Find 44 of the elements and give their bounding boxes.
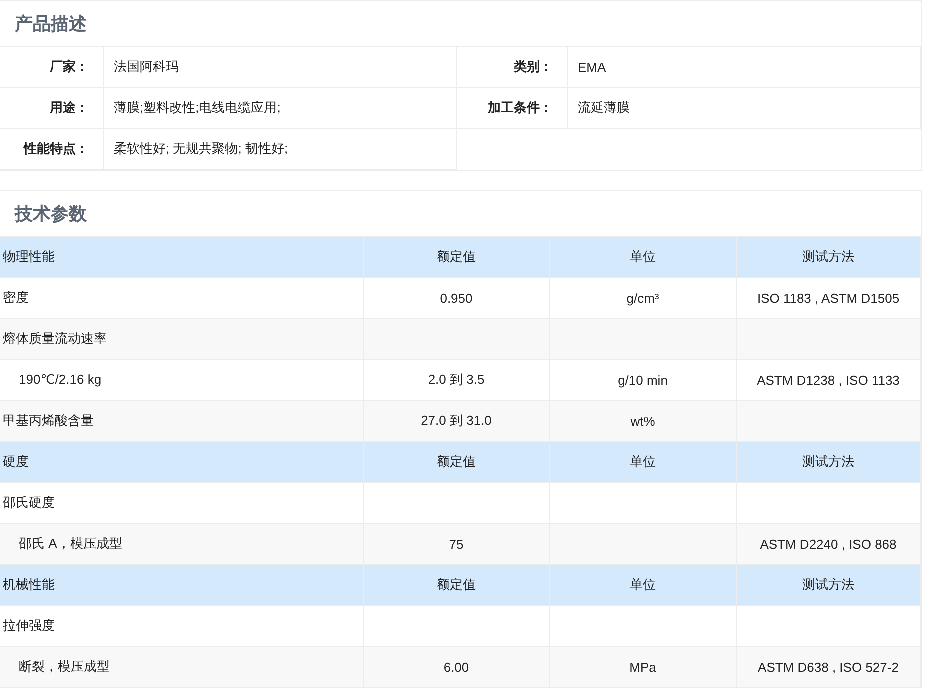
field-label: 用途： (0, 88, 104, 129)
table-cell: 邵氏 A，模压成型 (0, 524, 364, 565)
table-cell: 熔体质量流动速率 (0, 319, 364, 360)
header-cell: 物理性能 (0, 237, 364, 278)
table-cell: ISO 1183 , ASTM D1505 (737, 278, 921, 319)
field-value: 薄膜;塑料改性;电线电缆应用; (104, 88, 457, 129)
table-cell: 邵氏硬度 (0, 483, 364, 524)
table-cell: 0.950 (364, 278, 550, 319)
table-cell: ASTM D2240 , ISO 868 (737, 524, 921, 565)
table-cell: 拉伸强度 (0, 606, 364, 647)
table-cell: 6.00 (364, 647, 550, 688)
field-label: 加工条件： (457, 88, 568, 129)
header-cell: 额定值 (364, 565, 550, 606)
table-cell: g/cm³ (550, 278, 737, 319)
field-value: 柔软性好; 无规共聚物; 韧性好; (104, 129, 457, 170)
header-cell: 单位 (550, 442, 737, 483)
header-cell: 额定值 (364, 237, 550, 278)
field-value: EMA (568, 47, 921, 88)
section-title: 产品描述 (0, 1, 921, 47)
table-cell: 甲基丙烯酸含量 (0, 401, 364, 442)
table-cell: 190℃/2.16 kg (0, 360, 364, 401)
header-cell: 硬度 (0, 442, 364, 483)
table-cell: 密度 (0, 278, 364, 319)
header-cell: 机械性能 (0, 565, 364, 606)
header-cell: 测试方法 (737, 442, 921, 483)
header-cell: 测试方法 (737, 237, 921, 278)
table-cell: ASTM D638 , ISO 527-2 (737, 647, 921, 688)
header-cell: 额定值 (364, 442, 550, 483)
table-cell: 断裂，模压成型 (0, 647, 364, 688)
table-cell: wt% (550, 401, 737, 442)
header-cell: 测试方法 (737, 565, 921, 606)
field-label: 性能特点： (0, 129, 104, 170)
table-cell: g/10 min (550, 360, 737, 401)
field-value: 流延薄膜 (568, 88, 921, 129)
header-cell: 单位 (550, 565, 737, 606)
table-cell: 2.0 到 3.5 (364, 360, 550, 401)
field-value: 法国阿科玛 (104, 47, 457, 88)
table-cell: 75 (364, 524, 550, 565)
header-cell: 单位 (550, 237, 737, 278)
field-label: 厂家： (0, 47, 104, 88)
table-cell: ASTM D1238 , ISO 1133 (737, 360, 921, 401)
table-cell: 27.0 到 31.0 (364, 401, 550, 442)
table-cell: MPa (550, 647, 737, 688)
field-label: 类别： (457, 47, 568, 88)
